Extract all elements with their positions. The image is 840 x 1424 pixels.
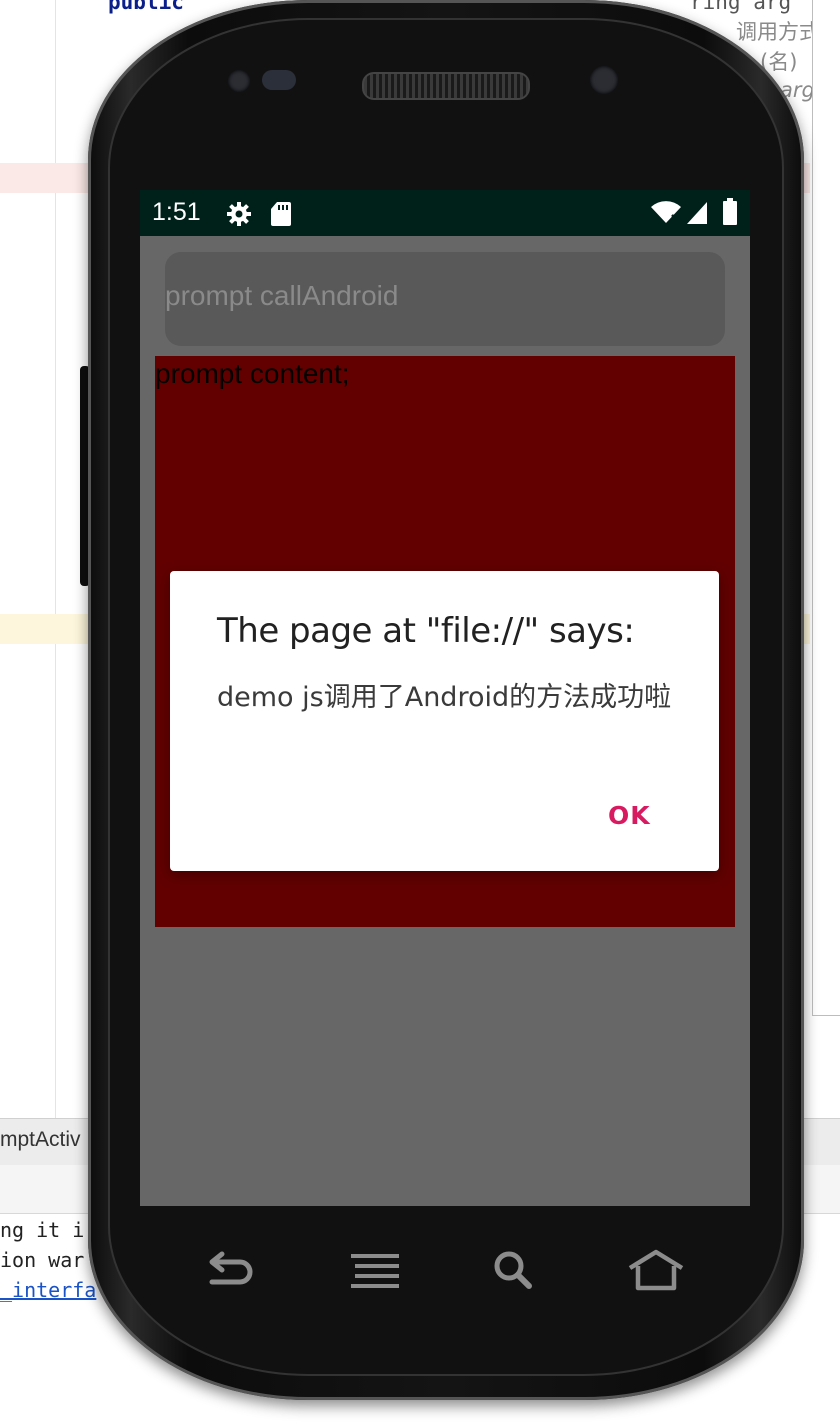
battery-icon <box>723 198 737 225</box>
wifi-icon <box>651 201 681 223</box>
editor-right-panel <box>812 0 840 1016</box>
home-icon[interactable] <box>626 1246 686 1296</box>
console-link[interactable]: _interfa <box>0 1278 96 1302</box>
search-icon[interactable] <box>485 1246 545 1296</box>
dialog-message: demo js调用了Android的方法成功啦 <box>217 682 672 713</box>
sd-card-icon <box>271 202 291 226</box>
signal-icon <box>687 202 707 224</box>
prompt-button-label: prompt callAndroid <box>165 280 399 311</box>
alert-dialog: The page at "file://" says: demo js调用了An… <box>170 571 719 871</box>
menu-icon[interactable] <box>345 1246 405 1296</box>
gear-icon <box>227 202 251 226</box>
dialog-ok-button[interactable]: OK <box>608 801 651 830</box>
light-sensor-icon <box>590 66 618 94</box>
code-fragment: ring arg <box>690 0 792 14</box>
status-time: 1:51 <box>152 198 201 226</box>
phone-screen: 1:51 prompt callAndroid prompt content; … <box>140 190 750 1206</box>
proximity-sensor <box>262 70 296 90</box>
console-line: ng it i <box>0 1218 85 1242</box>
front-camera-icon <box>228 70 250 92</box>
dialog-title: The page at "file://" says: <box>217 611 635 651</box>
earpiece-speaker <box>362 72 530 100</box>
console-line: ion war <box>0 1248 85 1272</box>
code-keyword: public <box>108 0 184 14</box>
status-bar: 1:51 <box>140 190 750 236</box>
back-icon[interactable] <box>200 1246 260 1296</box>
hardware-nav-bar <box>140 1206 750 1336</box>
webview-text: prompt content; <box>155 358 350 389</box>
editor-tab-label[interactable]: mptActiv <box>0 1128 81 1152</box>
